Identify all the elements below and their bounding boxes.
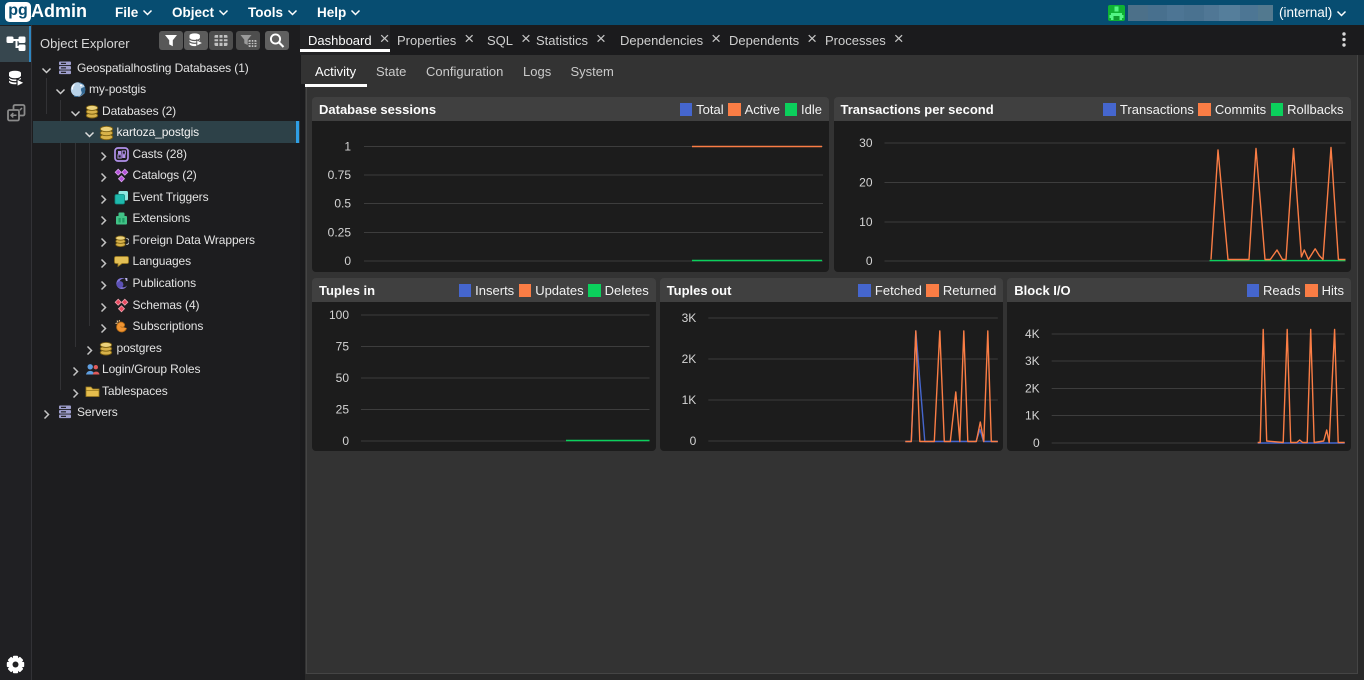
svg-text:50: 50	[336, 371, 350, 385]
svg-text:1K: 1K	[1025, 409, 1040, 423]
svg-text:75: 75	[336, 340, 350, 354]
svg-text:3K: 3K	[681, 311, 696, 325]
svg-text:1K: 1K	[681, 393, 696, 407]
svg-text:1: 1	[344, 140, 351, 154]
svg-text:30: 30	[859, 136, 873, 150]
svg-text:0: 0	[344, 254, 351, 268]
svg-text:0.75: 0.75	[328, 168, 352, 182]
svg-text:0.5: 0.5	[334, 197, 351, 211]
svg-text:0: 0	[1033, 436, 1040, 450]
svg-text:10: 10	[859, 215, 873, 229]
svg-text:0: 0	[865, 254, 872, 268]
svg-text:2K: 2K	[1025, 382, 1040, 396]
svg-text:3K: 3K	[1025, 354, 1040, 368]
svg-text:20: 20	[859, 176, 873, 190]
svg-text:4K: 4K	[1025, 327, 1040, 341]
svg-text:100: 100	[329, 308, 349, 322]
svg-text:0.25: 0.25	[328, 226, 352, 240]
svg-text:0: 0	[689, 434, 696, 448]
svg-text:0: 0	[342, 434, 349, 448]
svg-text:2K: 2K	[681, 352, 696, 366]
svg-text:25: 25	[336, 403, 350, 417]
